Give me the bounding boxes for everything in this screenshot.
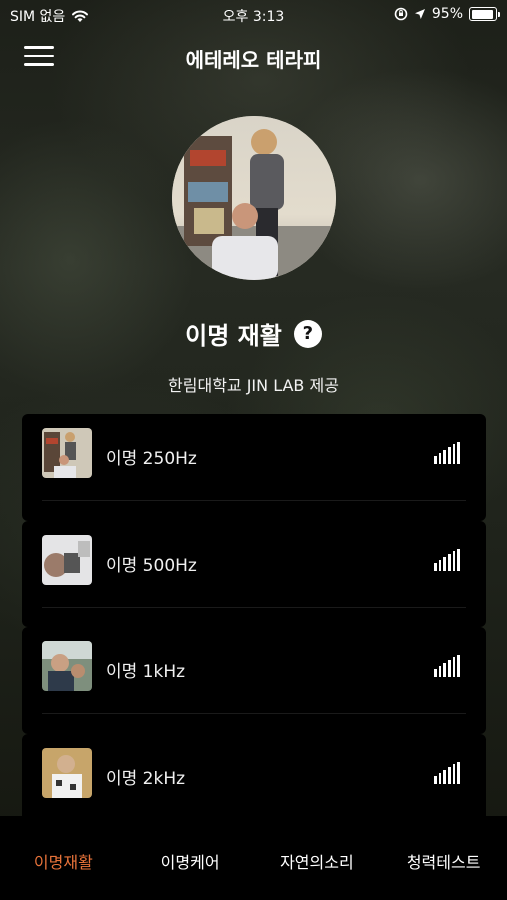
track-label: 이명 2kHz	[106, 768, 186, 789]
track-item[interactable]: 이명 250Hz	[22, 414, 486, 521]
divider	[42, 500, 466, 501]
equalizer-icon[interactable]	[434, 655, 461, 677]
tab-hearing-test[interactable]: 청력테스트	[380, 816, 507, 900]
equalizer-icon[interactable]	[434, 761, 461, 784]
divider	[42, 606, 466, 608]
program-cover-image	[172, 116, 336, 280]
header: 에테레오 테라피	[0, 36, 507, 80]
location-arrow-icon	[414, 9, 425, 19]
battery-fill	[471, 9, 494, 19]
battery-percent: 95%	[431, 6, 463, 22]
status-right: 95%	[394, 6, 500, 22]
status-bar: SIM 없음 오후 3:13 95%	[0, 0, 507, 30]
equalizer-icon[interactable]	[434, 442, 461, 464]
orientation-lock-icon	[394, 7, 408, 21]
tab-tinnitus-care[interactable]: 이명케어	[127, 816, 254, 900]
app-title: 에테레오 테라피	[185, 48, 322, 72]
track-list: 이명 250Hz 이명 500Hz 이명 1kHz 이명 2kHz	[22, 414, 486, 840]
tab-tinnitus-rehab[interactable]: 이명재활	[0, 816, 127, 900]
app-screen: SIM 없음 오후 3:13 95% 에테레오 테라피 이명 재활 ? 한림대학…	[0, 0, 507, 900]
track-item[interactable]: 이명 500Hz	[22, 520, 486, 627]
track-thumbnail	[42, 428, 92, 478]
tab-nature-sounds[interactable]: 자연의소리	[254, 816, 381, 900]
section-title-row: 이명 재활 ?	[0, 316, 507, 351]
track-thumbnail	[42, 641, 92, 691]
divider	[42, 713, 466, 714]
help-icon[interactable]: ?	[293, 319, 322, 348]
track-label: 이명 1kHz	[106, 662, 186, 682]
equalizer-icon[interactable]	[434, 548, 461, 571]
track-thumbnail	[42, 747, 92, 798]
track-thumbnail	[42, 534, 92, 585]
battery-icon	[469, 7, 500, 21]
track-label: 이명 250Hz	[106, 449, 197, 469]
provider-text: 한림대학교 JIN LAB 제공	[168, 376, 339, 395]
section-title: 이명 재활	[185, 322, 282, 350]
track-label: 이명 500Hz	[106, 555, 197, 576]
bottom-tab-bar: 이명재활 이명케어 자연의소리 청력테스트	[0, 816, 507, 900]
track-item[interactable]: 이명 1kHz	[22, 627, 486, 734]
